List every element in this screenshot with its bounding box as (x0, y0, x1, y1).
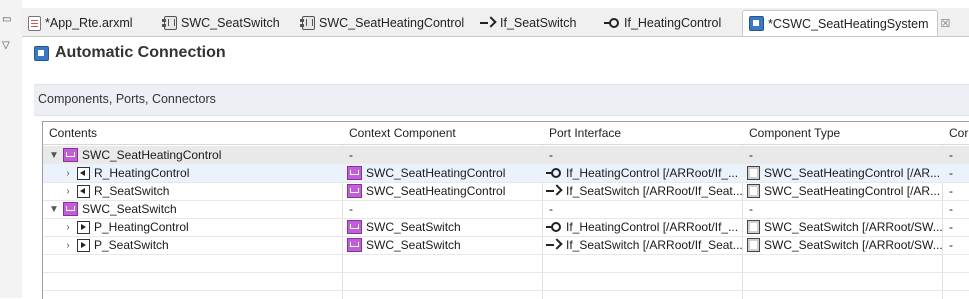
left-gutter: ▭ ▽ (0, 0, 22, 298)
page-title: Automatic Connection (34, 44, 226, 62)
row-context: SWC_SeatSwitch (366, 238, 461, 252)
tab-label: SWC_SeatHeatingControl (319, 16, 465, 30)
component-icon (162, 16, 177, 30)
chevron-right-icon[interactable]: › (63, 240, 73, 251)
table-row[interactable]: ▼ SWC_SeatSwitch - - - - (43, 200, 969, 219)
row-interface: If_SeatSwitch [/ARRoot/If_Seat... (566, 238, 743, 252)
client-server-interface-icon (546, 166, 562, 180)
sender-receiver-interface-icon (546, 184, 562, 198)
row-contents: P_SeatSwitch (94, 238, 169, 252)
column-header-contents[interactable]: Contents (49, 126, 97, 140)
client-server-interface-icon (604, 16, 620, 30)
tab-label: *CSWC_SeatHeatingSystem (768, 16, 929, 31)
file-icon (28, 15, 41, 31)
composition-icon (749, 16, 764, 31)
tab-if-heatingcontrol[interactable]: If_HeatingControl (598, 11, 738, 35)
client-server-interface-icon (546, 220, 562, 234)
swc-component-icon (347, 238, 362, 252)
row-contents: R_SeatSwitch (94, 184, 170, 198)
swc-component-icon (347, 220, 362, 234)
column-header-context-component[interactable]: Context Component (349, 126, 456, 140)
empty-row (43, 272, 969, 291)
component-type-icon (747, 184, 760, 198)
row-interface: If_HeatingControl [/ARRoot/If_... (566, 220, 739, 234)
row-extra: - (949, 184, 953, 198)
row-component-type: - (749, 202, 753, 216)
composition-icon (34, 45, 49, 61)
editor-tab-bar: *App_Rte.arxml SWC_SeatSwitch SWC_SeatHe… (22, 8, 969, 37)
row-component-type: SWC_SeatHeatingControl [/AR... (764, 166, 941, 180)
chevron-down-icon[interactable]: ▽ (2, 40, 10, 51)
table-row[interactable]: › R_SeatSwitch SWC_SeatHeatingControl If… (43, 182, 969, 201)
column-header-component-type[interactable]: Component Type (749, 126, 840, 140)
tab-label: SWC_SeatSwitch (181, 16, 280, 30)
row-context: SWC_SeatHeatingControl (366, 166, 506, 180)
row-interface: - (549, 202, 553, 216)
row-contents: R_HeatingControl (94, 166, 190, 180)
provide-port-icon (77, 220, 90, 234)
table-row[interactable]: › P_SeatSwitch SWC_SeatSwitch If_SeatSwi… (43, 236, 969, 255)
component-icon (300, 16, 315, 30)
row-extra: - (949, 148, 953, 162)
section-header[interactable]: Components, Ports, Connectors (34, 84, 969, 116)
row-component-type: SWC_SeatHeatingControl [/AR... (764, 184, 941, 198)
connection-table: Contents Context Component Port Interfac… (42, 121, 969, 299)
row-context: - (349, 202, 353, 216)
column-header-port-interface[interactable]: Port Interface (549, 126, 621, 140)
component-type-icon (747, 166, 760, 180)
component-type-icon (747, 238, 760, 252)
tab-label: If_HeatingControl (624, 16, 722, 30)
row-component-type: SWC_SeatSwitch [/ARRoot/SW... (764, 238, 943, 252)
row-context: SWC_SeatHeatingControl (366, 184, 506, 198)
tab-cswc-seatheatingsystem[interactable]: *CSWC_SeatHeatingSystem ☒ (742, 10, 950, 36)
tab-label: If_SeatSwitch (500, 16, 577, 30)
row-contents: P_HeatingControl (94, 220, 189, 234)
require-port-icon (77, 166, 90, 180)
swc-component-icon (63, 148, 78, 162)
chevron-right-icon[interactable]: › (63, 222, 73, 233)
row-contents: SWC_SeatSwitch (82, 202, 177, 216)
tab-label: *App_Rte.arxml (45, 16, 133, 30)
provide-port-icon (77, 238, 90, 252)
row-interface: If_SeatSwitch [/ARRoot/If_Seat... (566, 184, 743, 198)
row-interface: - (549, 148, 553, 162)
column-header-connector[interactable]: Cor (949, 126, 968, 140)
table-header: Contents Context Component Port Interfac… (43, 122, 969, 145)
empty-row (43, 254, 969, 273)
section-label: Components, Ports, Connectors (38, 92, 216, 106)
row-extra: - (949, 166, 953, 180)
row-extra: - (949, 220, 953, 234)
table-row[interactable]: › P_HeatingControl SWC_SeatSwitch If_Hea… (43, 218, 969, 237)
close-icon[interactable]: ☒ (940, 17, 950, 30)
component-type-icon (747, 220, 760, 234)
chevron-right-icon[interactable]: › (63, 168, 73, 179)
row-extra: - (949, 202, 953, 216)
sender-receiver-interface-icon (546, 238, 562, 252)
row-component-type: SWC_SeatSwitch [/ARRoot/SW... (764, 220, 943, 234)
sender-receiver-interface-icon (480, 16, 496, 30)
tab-swc-seatheatingcontrol[interactable]: SWC_SeatHeatingControl (296, 11, 466, 35)
swc-component-icon (347, 184, 362, 198)
row-extra: - (949, 238, 953, 252)
view-icon[interactable]: ▭ (2, 14, 11, 25)
require-port-icon (77, 184, 90, 198)
swc-component-icon (347, 166, 362, 180)
table-row[interactable]: ▼ SWC_SeatHeatingControl - - - - (43, 146, 969, 165)
row-interface: If_HeatingControl [/ARRoot/If_... (566, 166, 739, 180)
table-row[interactable]: › R_HeatingControl SWC_SeatHeatingContro… (43, 164, 969, 183)
page-title-text: Automatic Connection (55, 44, 226, 61)
tab-app-rte[interactable]: *App_Rte.arxml (22, 11, 146, 35)
expand-toggle-icon[interactable]: ▼ (49, 204, 59, 215)
row-context: SWC_SeatSwitch (366, 220, 461, 234)
row-contents: SWC_SeatHeatingControl (82, 148, 222, 162)
tab-swc-seatswitch[interactable]: SWC_SeatSwitch (158, 11, 280, 35)
row-component-type: - (749, 148, 753, 162)
expand-toggle-icon[interactable]: ▼ (49, 150, 59, 161)
swc-component-icon (63, 202, 78, 216)
tab-if-seatswitch[interactable]: If_SeatSwitch (474, 11, 594, 35)
chevron-right-icon[interactable]: › (63, 186, 73, 197)
row-context: - (349, 148, 353, 162)
